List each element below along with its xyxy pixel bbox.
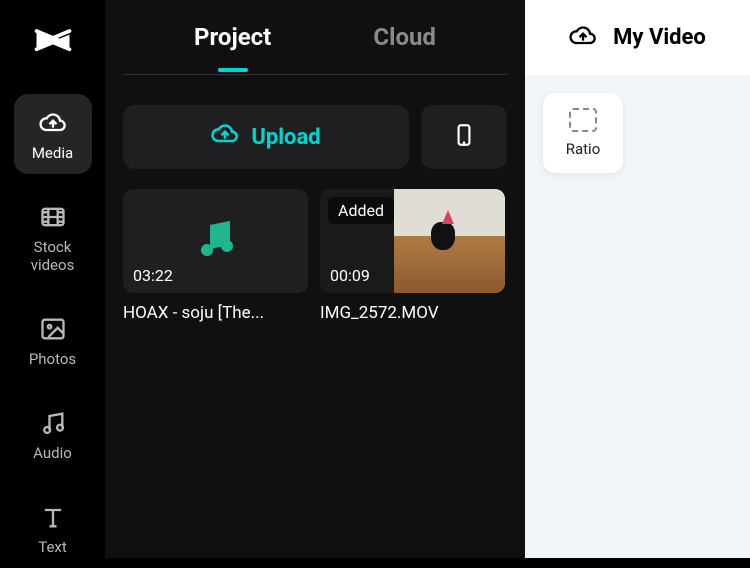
nav-item-audio[interactable]: Audio [14, 394, 92, 474]
tab-cloud[interactable]: Cloud [373, 3, 436, 71]
nav-label: Media [32, 144, 73, 162]
sidebar: Media Stock videos Photos [0, 0, 105, 558]
phone-button[interactable] [421, 105, 507, 169]
tabs: Project Cloud [123, 0, 507, 75]
media-thumbnail: 03:22 [123, 189, 308, 293]
media-duration: 03:22 [133, 266, 173, 285]
nav-item-photos[interactable]: Photos [14, 300, 92, 380]
capcut-logo-icon [31, 20, 75, 64]
nav-item-text[interactable]: Text [14, 488, 92, 568]
nav-label: Text [38, 538, 67, 556]
upload-button[interactable]: Upload [123, 105, 409, 169]
nav-item-media[interactable]: Media [14, 94, 92, 174]
media-item[interactable]: 03:22 HOAX - soju [The... [123, 189, 308, 323]
image-icon [38, 314, 68, 344]
ratio-icon [569, 108, 597, 132]
text-icon [38, 502, 68, 532]
media-grid: 03:22 HOAX - soju [The... Added 00:09 IM… [105, 189, 525, 323]
app-logo [28, 20, 78, 64]
right-header: My Video [525, 0, 750, 75]
nav-label: Audio [33, 444, 72, 462]
added-badge: Added [328, 197, 394, 224]
page-title: My Video [613, 25, 706, 50]
right-panel: My Video Ratio [525, 0, 750, 558]
tab-project[interactable]: Project [194, 3, 271, 71]
nav-label: Photos [29, 350, 76, 368]
nav-label: Stock videos [14, 238, 92, 274]
film-icon [38, 202, 68, 232]
media-title: IMG_2572.MOV [320, 303, 505, 323]
cloud-upload-icon [38, 108, 68, 138]
cloud-icon [569, 22, 597, 54]
media-duration: 00:09 [330, 266, 370, 285]
media-item[interactable]: Added 00:09 IMG_2572.MOV [320, 189, 505, 323]
action-row: Upload [105, 75, 525, 189]
phone-icon [451, 122, 477, 152]
music-note-icon [192, 215, 240, 267]
ratio-button[interactable]: Ratio [543, 93, 623, 173]
main-panel: Project Cloud Upload [105, 0, 525, 558]
ratio-label: Ratio [566, 140, 601, 158]
nav-item-stock-videos[interactable]: Stock videos [14, 188, 92, 286]
cloud-upload-icon [211, 120, 239, 154]
music-note-icon [38, 408, 68, 438]
media-title: HOAX - soju [The... [123, 303, 308, 323]
upload-label: Upload [251, 125, 320, 150]
media-thumbnail: Added 00:09 [320, 189, 505, 293]
